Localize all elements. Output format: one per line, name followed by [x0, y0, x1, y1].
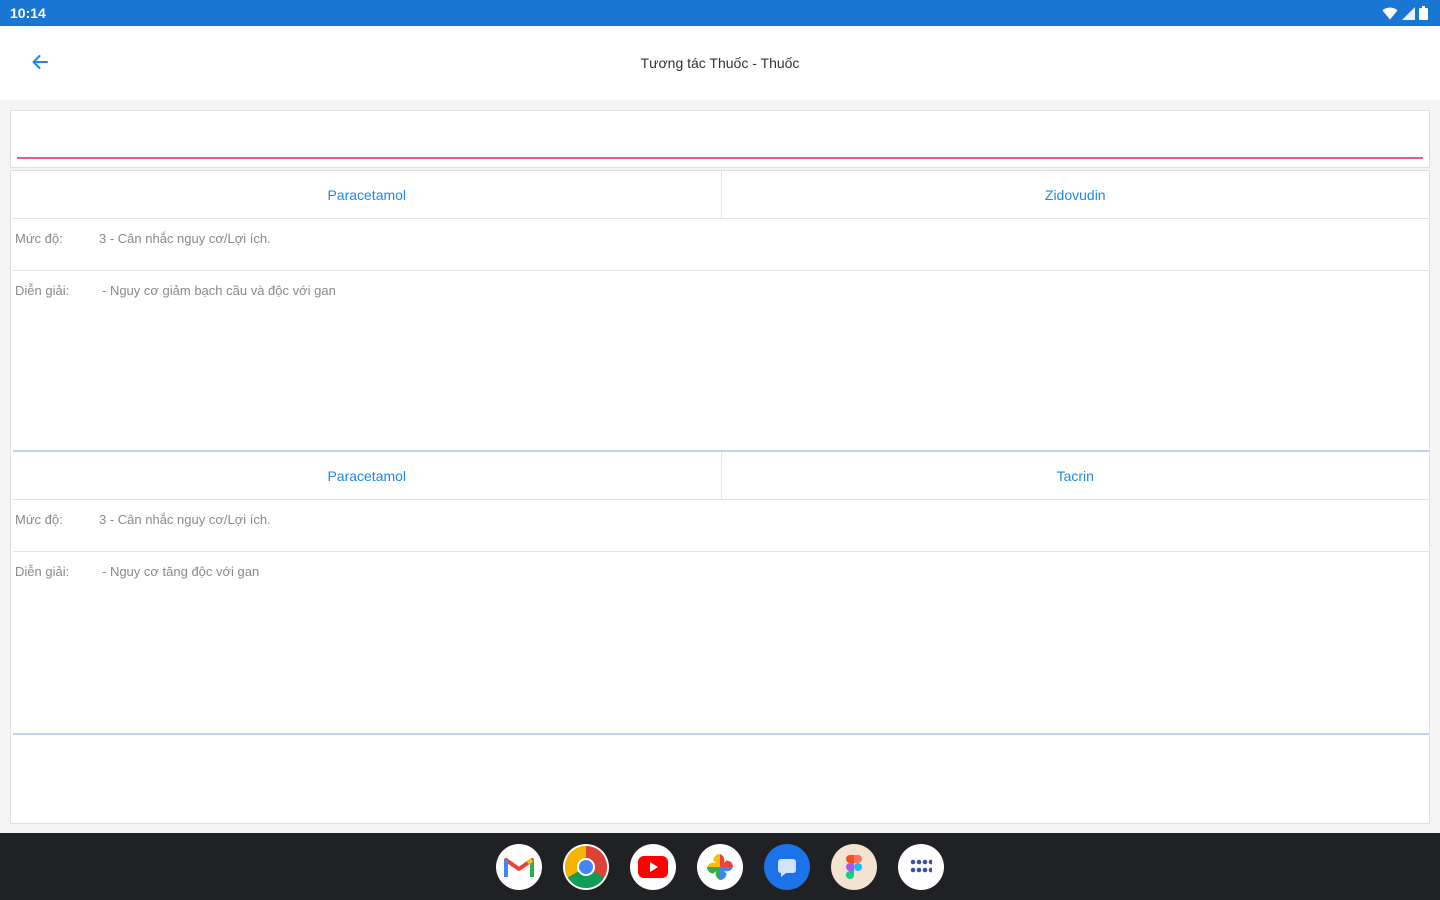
drug-a-link[interactable]: Paracetamol: [13, 171, 722, 218]
messages-icon[interactable]: [764, 843, 810, 890]
battery-icon: [1419, 6, 1428, 20]
level-label: Mức độ:: [15, 231, 63, 246]
interaction-list: Paracetamol Zidovudin Mức độ: 3 - Cân nh…: [10, 170, 1430, 824]
explain-label: Diễn giải:: [15, 564, 70, 579]
level-row: Mức độ: 3 - Cân nhắc nguy cơ/Lợi ích.: [13, 219, 1429, 271]
explain-value: - Nguy cơ tăng độc với gan: [102, 564, 260, 579]
level-value: 3 - Cân nhắc nguy cơ/Lợi ích.: [99, 512, 271, 527]
search-card: [10, 110, 1430, 168]
page-title: Tương tác Thuốc - Thuốc: [640, 55, 800, 71]
level-value: 3 - Cân nhắc nguy cơ/Lợi ích.: [99, 231, 271, 246]
drug-a-link[interactable]: Paracetamol: [13, 452, 722, 499]
app-bar: Tương tác Thuốc - Thuốc: [0, 26, 1440, 100]
status-time: 10:14: [10, 5, 46, 21]
explain-value: - Nguy cơ giảm bạch cầu và độc với gan: [102, 283, 336, 298]
status-icons: [1382, 6, 1428, 20]
search-input[interactable]: [17, 119, 1423, 159]
app-drawer-icon[interactable]: [898, 843, 944, 890]
chrome-icon[interactable]: [563, 843, 609, 890]
youtube-icon[interactable]: [630, 843, 676, 890]
drug-b-link[interactable]: Zidovudin: [722, 171, 1430, 218]
level-label: Mức độ:: [15, 512, 63, 527]
drug-pair-row: Paracetamol Tacrin: [13, 452, 1429, 500]
wifi-icon: [1382, 7, 1398, 20]
item-divider: [13, 733, 1429, 735]
figma-icon[interactable]: [831, 843, 877, 890]
content-area: Paracetamol Zidovudin Mức độ: 3 - Cân nh…: [0, 100, 1440, 833]
interaction-item: Paracetamol Tacrin Mức độ: 3 - Cân nhắc …: [13, 452, 1429, 735]
status-bar: 10:14: [0, 0, 1440, 26]
explain-label: Diễn giải:: [15, 283, 70, 298]
gmail-icon[interactable]: [496, 843, 542, 890]
level-row: Mức độ: 3 - Cân nhắc nguy cơ/Lợi ích.: [13, 500, 1429, 552]
interaction-item: Paracetamol Zidovudin Mức độ: 3 - Cân nh…: [13, 171, 1429, 452]
app-dock: [0, 833, 1440, 900]
drug-pair-row: Paracetamol Zidovudin: [13, 171, 1429, 219]
photos-icon[interactable]: [697, 843, 743, 890]
signal-icon: [1402, 6, 1415, 20]
drug-b-link[interactable]: Tacrin: [722, 452, 1430, 499]
